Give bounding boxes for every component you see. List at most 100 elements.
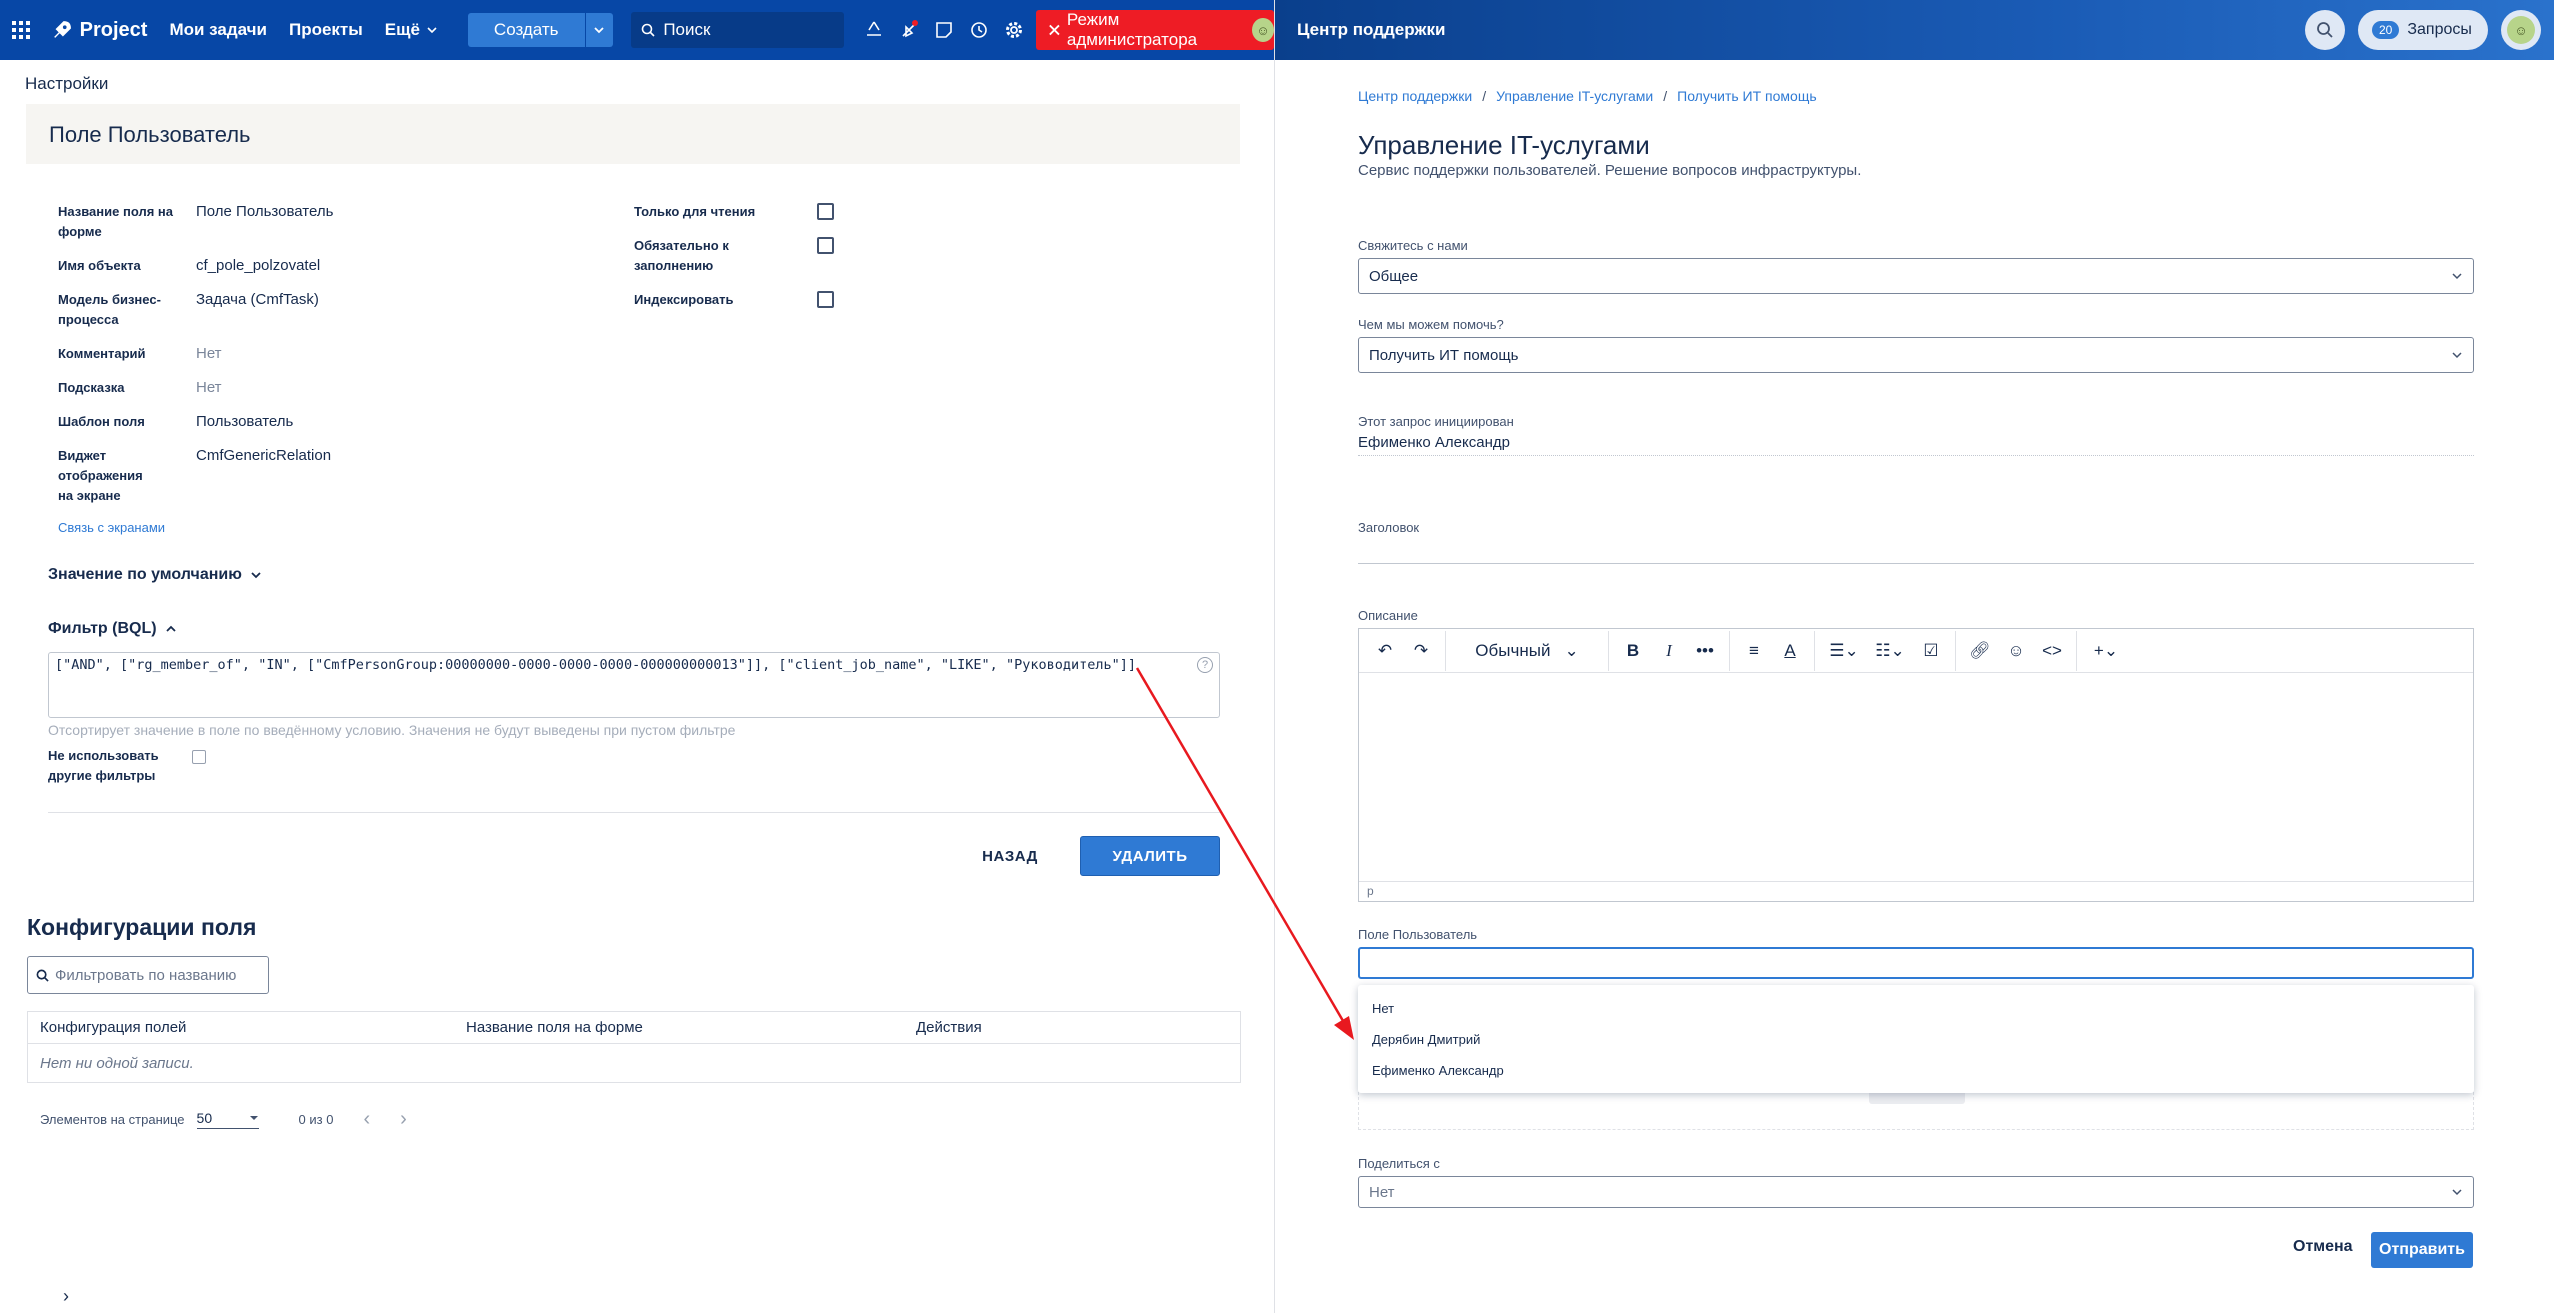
column-header[interactable]: Название поля на форме [454,1019,904,1036]
heading-label: Заголовок [1358,520,1420,535]
history-icon[interactable] [967,18,991,42]
requests-button[interactable]: 20 Запросы [2358,10,2488,50]
contact-label: Свяжитесь с нами [1358,238,1468,253]
user-field-input[interactable] [1358,947,2474,979]
dropdown-option[interactable]: Ефименко Александр [1358,1055,2474,1086]
top-navigation-bar: Project Мои задачи Проекты Ещё Создать П… [0,0,1275,60]
bql-filter-textarea[interactable]: ["AND", ["rg_member_of", "IN", ["CmfPers… [48,652,1220,718]
breadcrumb[interactable]: Настройки [25,74,108,94]
breadcrumb-item[interactable]: Центр поддержки [1358,88,1472,104]
logo[interactable]: Project [51,19,147,42]
redo-icon[interactable]: ↷ [1403,641,1439,661]
top-icons-group [862,18,1026,42]
index-checkbox[interactable] [817,291,834,308]
more-formatting-icon[interactable]: ••• [1687,641,1723,661]
back-button[interactable]: НАЗАД [974,836,1046,876]
help-icon[interactable]: ? [1197,657,1213,673]
config-filter-input[interactable]: Фильтровать по названию [27,956,269,994]
emoji-icon[interactable]: ☺ [1998,641,2034,661]
nav-projects[interactable]: Проекты [289,20,363,40]
send-button[interactable]: Отправить [2371,1232,2473,1268]
bold-icon[interactable]: B [1615,641,1651,661]
link-icon[interactable]: 🔗︎ [1962,641,1998,661]
nav-more[interactable]: Ещё [385,20,438,40]
close-icon [1049,24,1060,36]
help-type-label: Чем мы можем помочь? [1358,317,1504,332]
numbered-list-icon[interactable]: ☷⌄ [1867,641,1913,661]
per-page-select[interactable]: 50 [196,1110,259,1129]
dropdown-option[interactable]: Дерябин Дмитрий [1358,1024,2474,1055]
code-icon[interactable]: <> [2034,641,2070,661]
toolbar-separator [2076,630,2077,671]
page-title: Поле Пользователь [26,104,1240,164]
no-other-filters-checkbox[interactable] [192,750,206,764]
chevron-left-icon[interactable]: ‹ [363,1108,370,1131]
insert-plus-icon[interactable]: +⌄ [2083,641,2129,661]
property-label: Шаблон поля [58,414,145,429]
page-count: 0 из 0 [298,1112,334,1127]
create-button[interactable]: Создать [468,13,585,47]
note-icon[interactable] [932,18,956,42]
gear-icon[interactable] [1002,18,1026,42]
toolbar-separator [1814,630,1815,671]
property-value: Задача (CmfTask) [196,291,319,308]
required-checkbox[interactable] [817,237,834,254]
avatar[interactable]: ☺ [2501,10,2541,50]
column-header[interactable]: Конфигурация полей [28,1019,454,1036]
share-select[interactable]: Нет [1358,1176,2474,1208]
align-left-icon[interactable]: ≡ [1736,641,1772,661]
undo-icon[interactable]: ↶ [1367,641,1403,661]
index-label: Индексировать [634,292,734,307]
initiator-value: Ефименко Александр [1358,434,2474,456]
bql-filter-toggle[interactable]: Фильтр (BQL) [48,620,177,638]
breadcrumb-item[interactable]: Управление IT-услугами [1496,88,1653,104]
chevron-right-icon[interactable]: › [63,1286,69,1307]
nav-more-label: Ещё [384,20,420,39]
property-value: CmfGenericRelation [196,447,332,464]
column-header[interactable]: Действия [904,1019,982,1036]
nav-my-tasks[interactable]: Мои задачи [169,20,267,40]
breadcrumb: Центр поддержки / Управление IT-услугами… [1358,88,1817,104]
search-icon [642,23,655,37]
chevron-down-icon [2452,1189,2462,1196]
recycle-icon[interactable] [862,18,886,42]
heading-input[interactable] [1358,534,2474,564]
requests-label: Запросы [2407,21,2472,38]
screens-link[interactable]: Связь с экранами [58,520,618,535]
user-field-dropdown: Нет Дерябин Дмитрий Ефименко Александр [1358,985,2474,1093]
notifications-icon[interactable] [897,18,921,42]
contact-value: Общее [1369,267,1419,285]
create-button-group: Создать [467,13,614,47]
admin-mode-label: Режим администратора [1066,10,1198,49]
cancel-button[interactable]: Отмена [2293,1238,2353,1256]
dropdown-option[interactable]: Нет [1358,993,2474,1024]
create-dropdown-button[interactable] [584,13,614,47]
no-other-filters-row: Не использовать другие фильтры [48,746,206,786]
text-color-icon[interactable]: A [1772,641,1808,661]
delete-button[interactable]: УДАЛИТЬ [1080,836,1220,876]
help-type-select[interactable]: Получить ИТ помощь [1358,337,2474,373]
breadcrumb-item[interactable]: Получить ИТ помощь [1677,88,1817,104]
service-subtitle: Сервис поддержки пользователей. Решение … [1358,162,1862,179]
portal-title[interactable]: Центр поддержки [1297,20,1445,40]
contact-select[interactable]: Общее [1358,258,2474,294]
chevron-right-icon[interactable]: › [400,1108,407,1131]
property-label: Подсказка [58,380,125,395]
user-field-label: Поле Пользователь [1358,927,1478,942]
portal-search-button[interactable] [2305,10,2345,50]
apps-grid-icon[interactable] [2,0,41,60]
checkbox-list-icon[interactable]: ☑ [1913,641,1949,661]
breadcrumb-separator: / [1663,88,1668,104]
chevron-down-icon [2452,352,2462,359]
readonly-checkbox[interactable] [817,203,834,220]
description-editor[interactable]: ↶ ↷ Обычный ⌄ B I ••• ≡ A ☰⌄ ☷⌄ ☑ 🔗︎ ☺ <>… [1358,628,2474,902]
paragraph-style-select[interactable]: Обычный ⌄ [1452,641,1602,661]
italic-icon[interactable]: I [1651,641,1687,661]
bullet-list-icon[interactable]: ☰⌄ [1821,641,1867,661]
default-value-toggle[interactable]: Значение по умолчанию [48,566,262,584]
rocket-icon [53,21,71,38]
search-icon [2317,22,2333,38]
property-label: Виджет отображения на экране [58,448,143,503]
global-search-input[interactable]: Поиск [631,12,845,48]
admin-mode-button[interactable]: Режим администратора ☺ [1036,10,1275,50]
